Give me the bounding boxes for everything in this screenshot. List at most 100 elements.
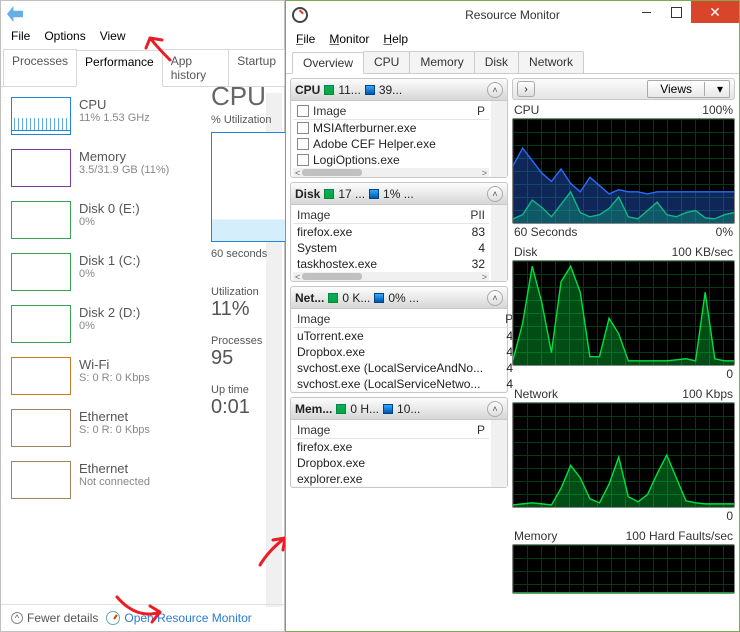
rm-tab-disk[interactable]: Disk — [474, 51, 519, 73]
rm-tab-memory[interactable]: Memory — [409, 51, 474, 73]
perf-item-wifi[interactable]: Wi-Fi S: 0 R: 0 Kbps — [9, 353, 266, 399]
net-col-header[interactable]: Image P — [293, 311, 517, 328]
disk-panel-body: Image PII firefox.exe83System4taskhostex… — [291, 205, 491, 281]
fewer-details-button[interactable]: ^ Fewer details — [11, 611, 98, 625]
perf-item-value: 0% — [79, 320, 140, 332]
table-row[interactable]: System4 — [293, 240, 489, 256]
disk-panel-header[interactable]: Disk 17 ... 1% ... ˄ — [291, 183, 507, 205]
cell-image: svchost.exe (LocalServiceNetwo... — [297, 377, 483, 391]
perf-item-label: Disk 2 (D:) — [79, 305, 140, 320]
open-resource-monitor-link[interactable]: Open Resource Monitor — [106, 611, 251, 625]
perf-item-disk[interactable]: Disk 1 (C:) 0% — [9, 249, 266, 295]
chevron-up-icon[interactable]: ˄ — [487, 82, 503, 98]
close-button[interactable]: ✕ — [691, 1, 739, 23]
green-meter-icon — [324, 85, 334, 95]
checkbox[interactable] — [297, 105, 309, 117]
table-row[interactable]: firefox.exe — [293, 439, 489, 455]
cpu-m1: 11... — [338, 83, 360, 97]
graph-mem-label: Memory — [514, 529, 557, 543]
tab-performance[interactable]: Performance — [76, 50, 163, 87]
perf-item-value: S: 0 R: 0 Kbps — [79, 372, 150, 384]
perf-item-value: 0% — [79, 268, 140, 280]
maximize-button[interactable] — [661, 1, 691, 23]
cpu-panel: CPU 11... 39... ˄ Image P MSIAfterburner… — [290, 78, 508, 178]
blue-meter-icon — [383, 404, 393, 414]
graph-cpu-xlabel: 60 Seconds — [514, 225, 577, 239]
graph-mem-max: 100 Hard Faults/sec — [626, 529, 733, 543]
memory-panel-body: Image P firefox.exeDropbox.exeexplorer.e… — [291, 420, 491, 487]
resource-monitor-titlebar[interactable]: Resource Monitor ✕ — [286, 1, 739, 29]
thumb-icon — [11, 97, 71, 135]
table-row[interactable]: Adobe CEF Helper.exe — [293, 136, 489, 152]
table-row[interactable]: svchost.exe (LocalServiceAndNo...4 — [293, 360, 517, 376]
checkbox[interactable] — [297, 138, 309, 150]
tm-menu-file[interactable]: File — [11, 29, 30, 43]
col-right: P — [483, 312, 513, 326]
task-manager-titlebar[interactable] — [1, 1, 284, 27]
thumb-icon — [11, 201, 71, 239]
rm-menu-file[interactable]: File — [296, 32, 315, 46]
memory-panel: Mem... 0 H... 10... ˄ Image P firefox.ex… — [290, 397, 508, 488]
perf-item-eth[interactable]: Ethernet S: 0 R: 0 Kbps — [9, 405, 266, 451]
minimize-button[interactable] — [631, 1, 661, 23]
table-row[interactable]: uTorrent.exe4 — [293, 328, 517, 344]
cell-image: Adobe CEF Helper.exe — [313, 137, 485, 151]
checkbox[interactable] — [297, 122, 309, 134]
tm-menu-view[interactable]: View — [100, 29, 126, 43]
perf-item-mem[interactable]: Memory 3.5/31.9 GB (11%) — [9, 145, 266, 191]
perf-item-disk[interactable]: Disk 2 (D:) 0% — [9, 301, 266, 347]
perf-item-eth[interactable]: Ethernet Not connected — [9, 457, 266, 503]
rm-tab-network[interactable]: Network — [518, 51, 584, 73]
h-scrollbar[interactable] — [293, 168, 489, 177]
cpu-col-header[interactable]: Image P — [293, 103, 489, 120]
table-row[interactable]: firefox.exe83 — [293, 224, 489, 240]
h-scrollbar[interactable] — [293, 272, 489, 281]
table-row[interactable]: Dropbox.exe — [293, 455, 489, 471]
cpu-panel-header[interactable]: CPU 11... 39... ˄ — [291, 79, 507, 101]
memory-panel-title: Mem... — [295, 402, 332, 416]
table-row[interactable]: taskhostex.exe32 — [293, 256, 489, 272]
v-scrollbar[interactable] — [491, 420, 507, 487]
thumb-icon — [11, 149, 71, 187]
rm-tab-overview[interactable]: Overview — [292, 52, 364, 74]
rm-menu-monitor[interactable]: Monitor — [329, 32, 369, 46]
views-label: Views — [648, 82, 704, 96]
rm-menu-help[interactable]: Help — [383, 32, 408, 46]
tab-app-history[interactable]: App history — [162, 49, 230, 86]
table-row[interactable]: svchost.exe (LocalServiceNetwo...4 — [293, 376, 517, 392]
graph-net-min: 0 — [726, 509, 733, 523]
table-row[interactable]: Dropbox.exe4 — [293, 344, 517, 360]
table-row[interactable]: LogiOptions.exe — [293, 152, 489, 168]
chevron-up-icon[interactable]: ˄ — [487, 186, 503, 202]
table-row[interactable]: MSIAfterburner.exe — [293, 120, 489, 136]
views-dropdown[interactable]: Views ▾ — [647, 80, 730, 98]
thumb-icon — [11, 461, 71, 499]
chevron-up-icon[interactable]: ˄ — [487, 290, 503, 306]
network-panel-title: Net... — [295, 291, 324, 305]
rm-tab-cpu[interactable]: CPU — [363, 51, 410, 73]
graph-cpu-max: 100% — [702, 103, 733, 117]
network-panel-header[interactable]: Net... 0 K... 0% ... ˄ — [291, 287, 507, 309]
cell-image: firefox.exe — [297, 225, 455, 239]
chevron-up-icon[interactable]: ˄ — [487, 401, 503, 417]
perf-item-cpu[interactable]: CPU 11% 1.53 GHz — [9, 93, 266, 139]
disk-col-header[interactable]: Image PII — [293, 207, 489, 224]
chevron-right-icon[interactable]: › — [517, 81, 535, 97]
cell-value: 4 — [483, 345, 513, 359]
perf-item-value: 3.5/31.9 GB (11%) — [79, 164, 169, 176]
resource-monitor-tabs: Overview CPU Memory Disk Network — [286, 49, 739, 74]
perf-item-disk[interactable]: Disk 0 (E:) 0% — [9, 197, 266, 243]
memory-panel-header[interactable]: Mem... 0 H... 10... ˄ — [291, 398, 507, 420]
sidebar-scrollbar[interactable] — [266, 93, 282, 607]
fewer-details-label: Fewer details — [27, 611, 98, 625]
tab-processes[interactable]: Processes — [3, 49, 77, 86]
table-row[interactable]: explorer.exe — [293, 471, 489, 487]
cell-value: 4 — [483, 377, 513, 391]
tab-startup[interactable]: Startup — [228, 49, 285, 86]
checkbox[interactable] — [297, 154, 309, 166]
cell-image: firefox.exe — [297, 440, 485, 454]
v-scrollbar[interactable] — [491, 205, 507, 281]
mem-col-header[interactable]: Image P — [293, 422, 489, 439]
v-scrollbar[interactable] — [491, 101, 507, 177]
tm-menu-options[interactable]: Options — [44, 29, 85, 43]
